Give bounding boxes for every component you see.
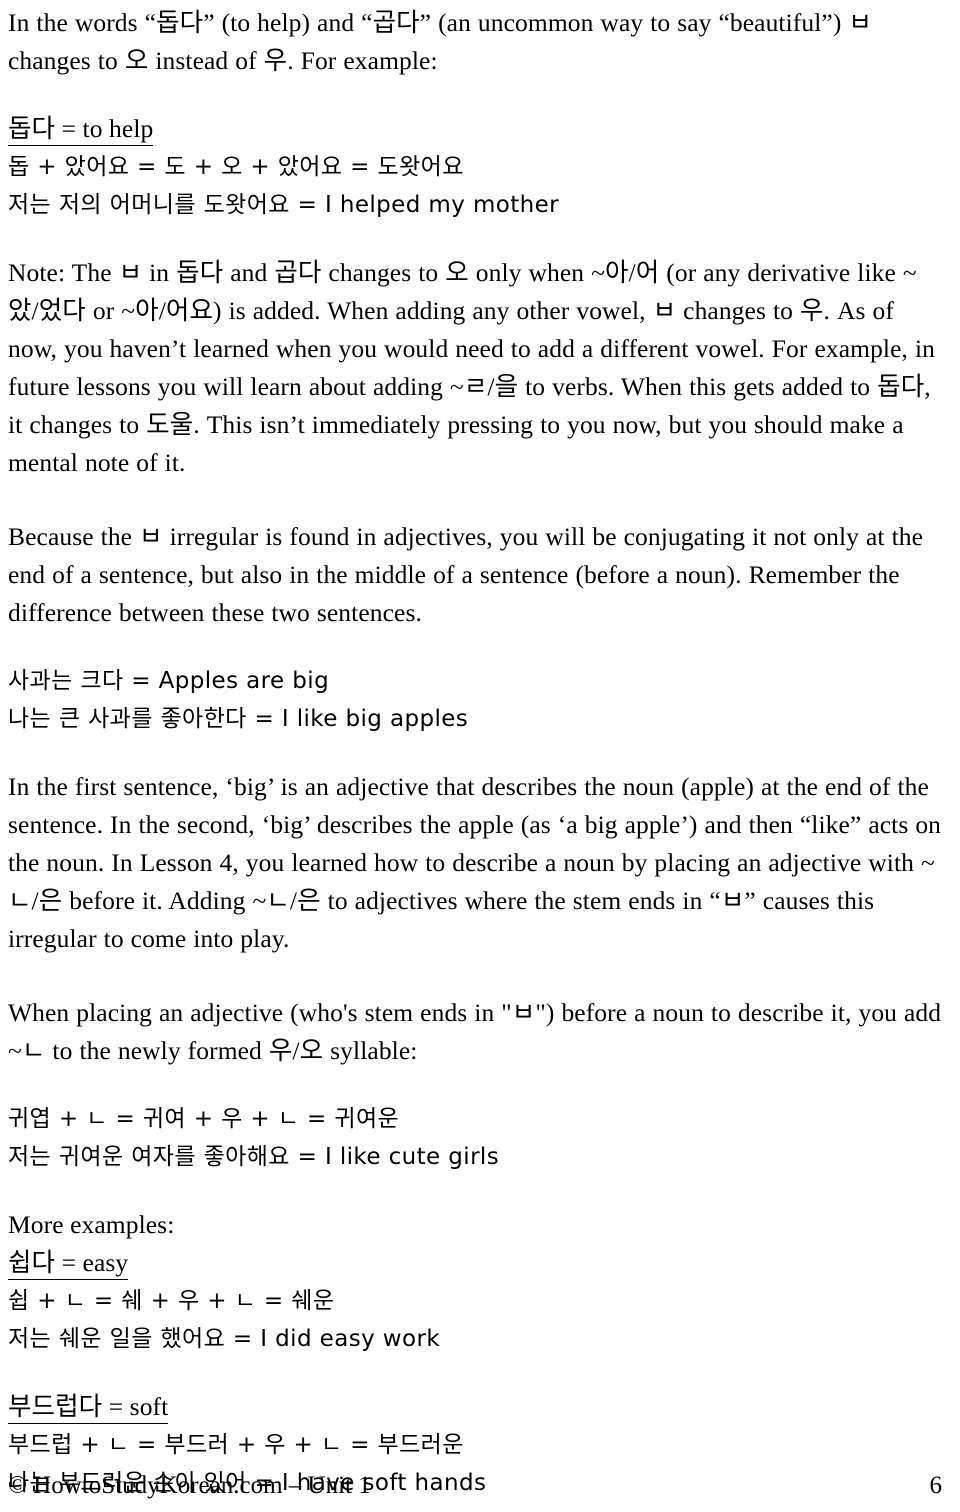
page-footer: © HowtoStudyKorean.com – Unit 1 6 (8, 1472, 942, 1500)
example-headword-help: 돕다 = to help (8, 110, 942, 148)
example-block-cute: 귀엽 + ㄴ = 귀여 + 우 + ㄴ = 귀여운 저는 귀여운 여자를 좋아해… (8, 1100, 942, 1176)
example-apples-line2: 나는 큰 사과를 좋아한다 = I like big apples (8, 706, 469, 732)
example-easy-sentence: 저는 쉐운 일을 했어요 = I did easy work (8, 1326, 441, 1352)
note-paragraph: Note: The ㅂ in 돕다 and 곱다 changes to 오 on… (8, 258, 936, 477)
footer-copyright: © HowtoStudyKorean.com – Unit 1 (8, 1472, 371, 1499)
when-placing-paragraph: When placing an adjective (who's stem en… (8, 998, 942, 1065)
example-breakdown-help: 돕 + 았어요 = 도 + 오 + 았어요 = 도왓어요 (8, 154, 464, 180)
first-sentence-paragraph: In the first sentence, ‘big’ is an adjec… (8, 772, 942, 953)
example-block-help: 돕다 = to help 돕 + 았어요 = 도 + 오 + 았어요 = 도왓어… (8, 110, 942, 224)
intro-paragraph: In the words “돕다” (to help) and “곱다” (an… (8, 8, 872, 75)
example-block-apples: 사과는 크다 = Apples are big 나는 큰 사과를 좋아한다 = … (8, 662, 942, 738)
example-headword-help-text: 돕다 = to help (8, 114, 154, 146)
example-headword-soft: 부드럽다 = soft (8, 1388, 942, 1426)
example-easy-breakdown: 쉽 + ㄴ = 쉐 + 우 + ㄴ = 쉐운 (8, 1288, 335, 1314)
example-headword-soft-text: 부드럽다 = soft (8, 1392, 169, 1424)
example-headword-easy-text: 쉽다 = easy (8, 1248, 129, 1280)
more-examples-label: More examples: (8, 1210, 175, 1239)
example-cute-breakdown: 귀엽 + ㄴ = 귀여 + 우 + ㄴ = 귀여운 (8, 1106, 400, 1132)
more-examples-block: More examples: 쉽다 = easy 쉽 + ㄴ = 쉐 + 우 +… (8, 1206, 942, 1358)
document-page: In the words “돕다” (to help) and “곱다” (an… (0, 0, 960, 1512)
example-sentence-help: 저는 저의 어머니를 도왓어요 = I helped my mother (8, 192, 560, 218)
example-cute-sentence: 저는 귀여운 여자를 좋아해요 = I like cute girls (8, 1144, 500, 1170)
footer-page-number: 6 (929, 1472, 943, 1499)
example-headword-easy: 쉽다 = easy (8, 1244, 942, 1282)
because-paragraph: Because the ㅂ irregular is found in adje… (8, 522, 924, 627)
example-soft-breakdown: 부드럽 + ㄴ = 부드러 + 우 + ㄴ = 부드러운 (8, 1432, 464, 1458)
example-apples-line1: 사과는 크다 = Apples are big (8, 668, 330, 694)
page-content: In the words “돕다” (to help) and “곱다” (an… (8, 4, 942, 1502)
